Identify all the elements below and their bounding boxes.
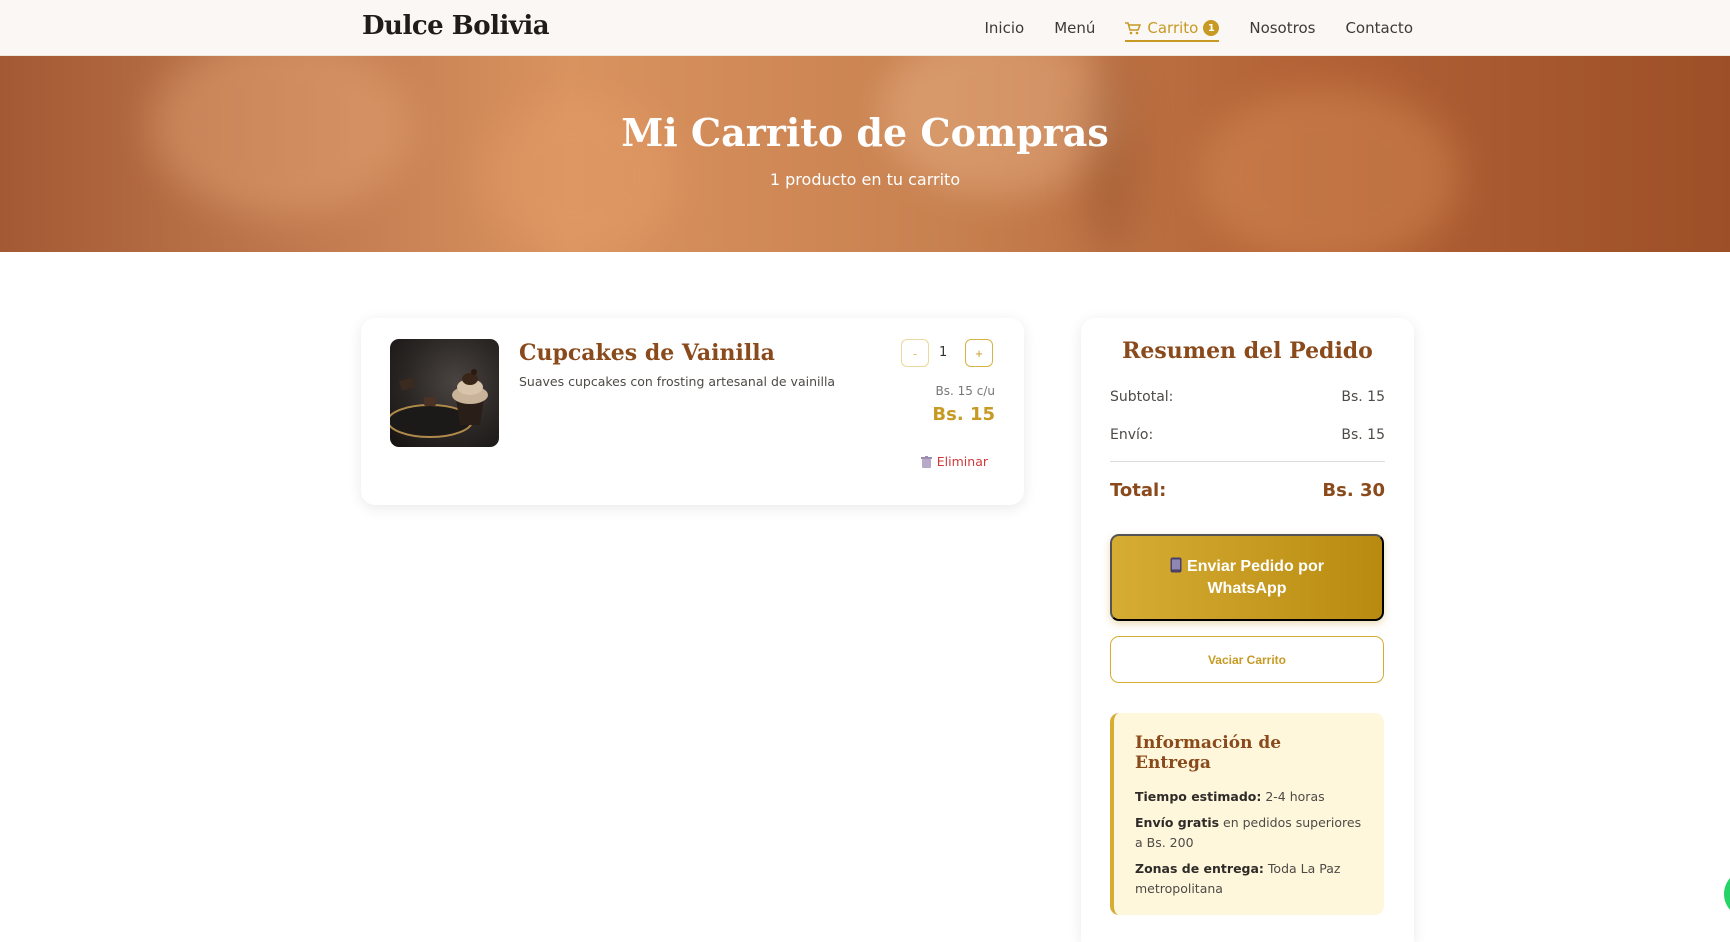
page-subtitle: 1 producto en tu carrito (769, 170, 961, 189)
phone-icon (1170, 557, 1182, 572)
nav-link-nosotros[interactable]: Nosotros (1249, 0, 1315, 56)
delivery-info-box: Información de Entrega Tiempo estimado: … (1110, 713, 1384, 915)
subtotal-value: Bs. 15 (1341, 389, 1385, 405)
summary-title: Resumen del Pedido (1122, 338, 1373, 364)
page-title: Mi Carrito de Compras (621, 110, 1109, 155)
remove-item-button[interactable]: Eliminar (920, 454, 988, 469)
trash-icon (920, 455, 932, 468)
increase-quantity-button[interactable]: + (965, 339, 993, 367)
nav-link-carrito[interactable]: Carrito 1 (1125, 0, 1220, 56)
send-whatsapp-order-button[interactable]: Enviar Pedido por WhatsApp (1110, 534, 1384, 621)
top-navbar: Dulce Bolivia Inicio Menú Carrito 1 Noso… (0, 0, 1730, 56)
brand-logo[interactable]: Dulce Bolivia (362, 11, 550, 41)
subtotal-row: Subtotal: Bs. 15 (1110, 389, 1385, 405)
total-label: Total: (1110, 480, 1167, 501)
nav-links: Inicio Menú Carrito 1 Nosotros Contacto (984, 0, 1413, 56)
cart-count-badge: 1 (1203, 20, 1220, 36)
item-description: Suaves cupcakes con frosting artesanal d… (519, 374, 836, 389)
total-row: Total: Bs. 30 (1110, 480, 1385, 501)
whatsapp-float-button[interactable] (1724, 870, 1730, 918)
nav-link-menu[interactable]: Menú (1054, 0, 1095, 56)
item-line-total: Bs. 15 (932, 404, 995, 425)
order-summary-panel: Resumen del Pedido Subtotal: Bs. 15 Enví… (1081, 318, 1414, 942)
delivery-info-title: Información de Entrega (1135, 733, 1282, 773)
nav-link-contacto[interactable]: Contacto (1345, 0, 1413, 56)
shipping-label: Envío: (1110, 427, 1154, 443)
delivery-time-value: 2-4 horas (1261, 789, 1325, 804)
hero-banner: Mi Carrito de Compras 1 producto en tu c… (0, 56, 1730, 252)
cart-icon (1125, 21, 1142, 34)
summary-divider (1110, 461, 1385, 462)
shipping-row: Envío: Bs. 15 (1110, 427, 1385, 443)
item-quantity: 1 (939, 345, 948, 360)
remove-label: Eliminar (936, 454, 988, 469)
decrease-quantity-button[interactable]: - (901, 339, 929, 367)
subtotal-label: Subtotal: (1110, 389, 1174, 405)
delivery-zones: Zonas de entrega: Toda La Paz metropolit… (1135, 859, 1362, 899)
clear-cart-button[interactable]: Vaciar Carrito (1110, 636, 1384, 683)
nav-link-inicio[interactable]: Inicio (984, 0, 1024, 56)
cart-item-card: Cupcakes de Vainilla Suaves cupcakes con… (361, 318, 1024, 505)
cupcake-photo (390, 339, 499, 447)
nav-carrito-label: Carrito (1147, 19, 1199, 37)
total-value: Bs. 30 (1322, 480, 1385, 501)
delivery-zones-label: Zonas de entrega: (1135, 861, 1264, 876)
delivery-time: Tiempo estimado: 2-4 horas (1135, 787, 1362, 807)
whatsapp-button-label: Enviar Pedido por WhatsApp (1187, 557, 1324, 597)
shipping-value: Bs. 15 (1341, 427, 1385, 443)
free-shipping-note: Envío gratis en pedidos superiores a Bs.… (1135, 813, 1362, 853)
delivery-time-label: Tiempo estimado: (1135, 789, 1262, 804)
item-name: Cupcakes de Vainilla (519, 340, 775, 366)
item-unit-price: Bs. 15 c/u (935, 384, 995, 398)
free-shipping-label: Envío gratis (1135, 815, 1220, 830)
